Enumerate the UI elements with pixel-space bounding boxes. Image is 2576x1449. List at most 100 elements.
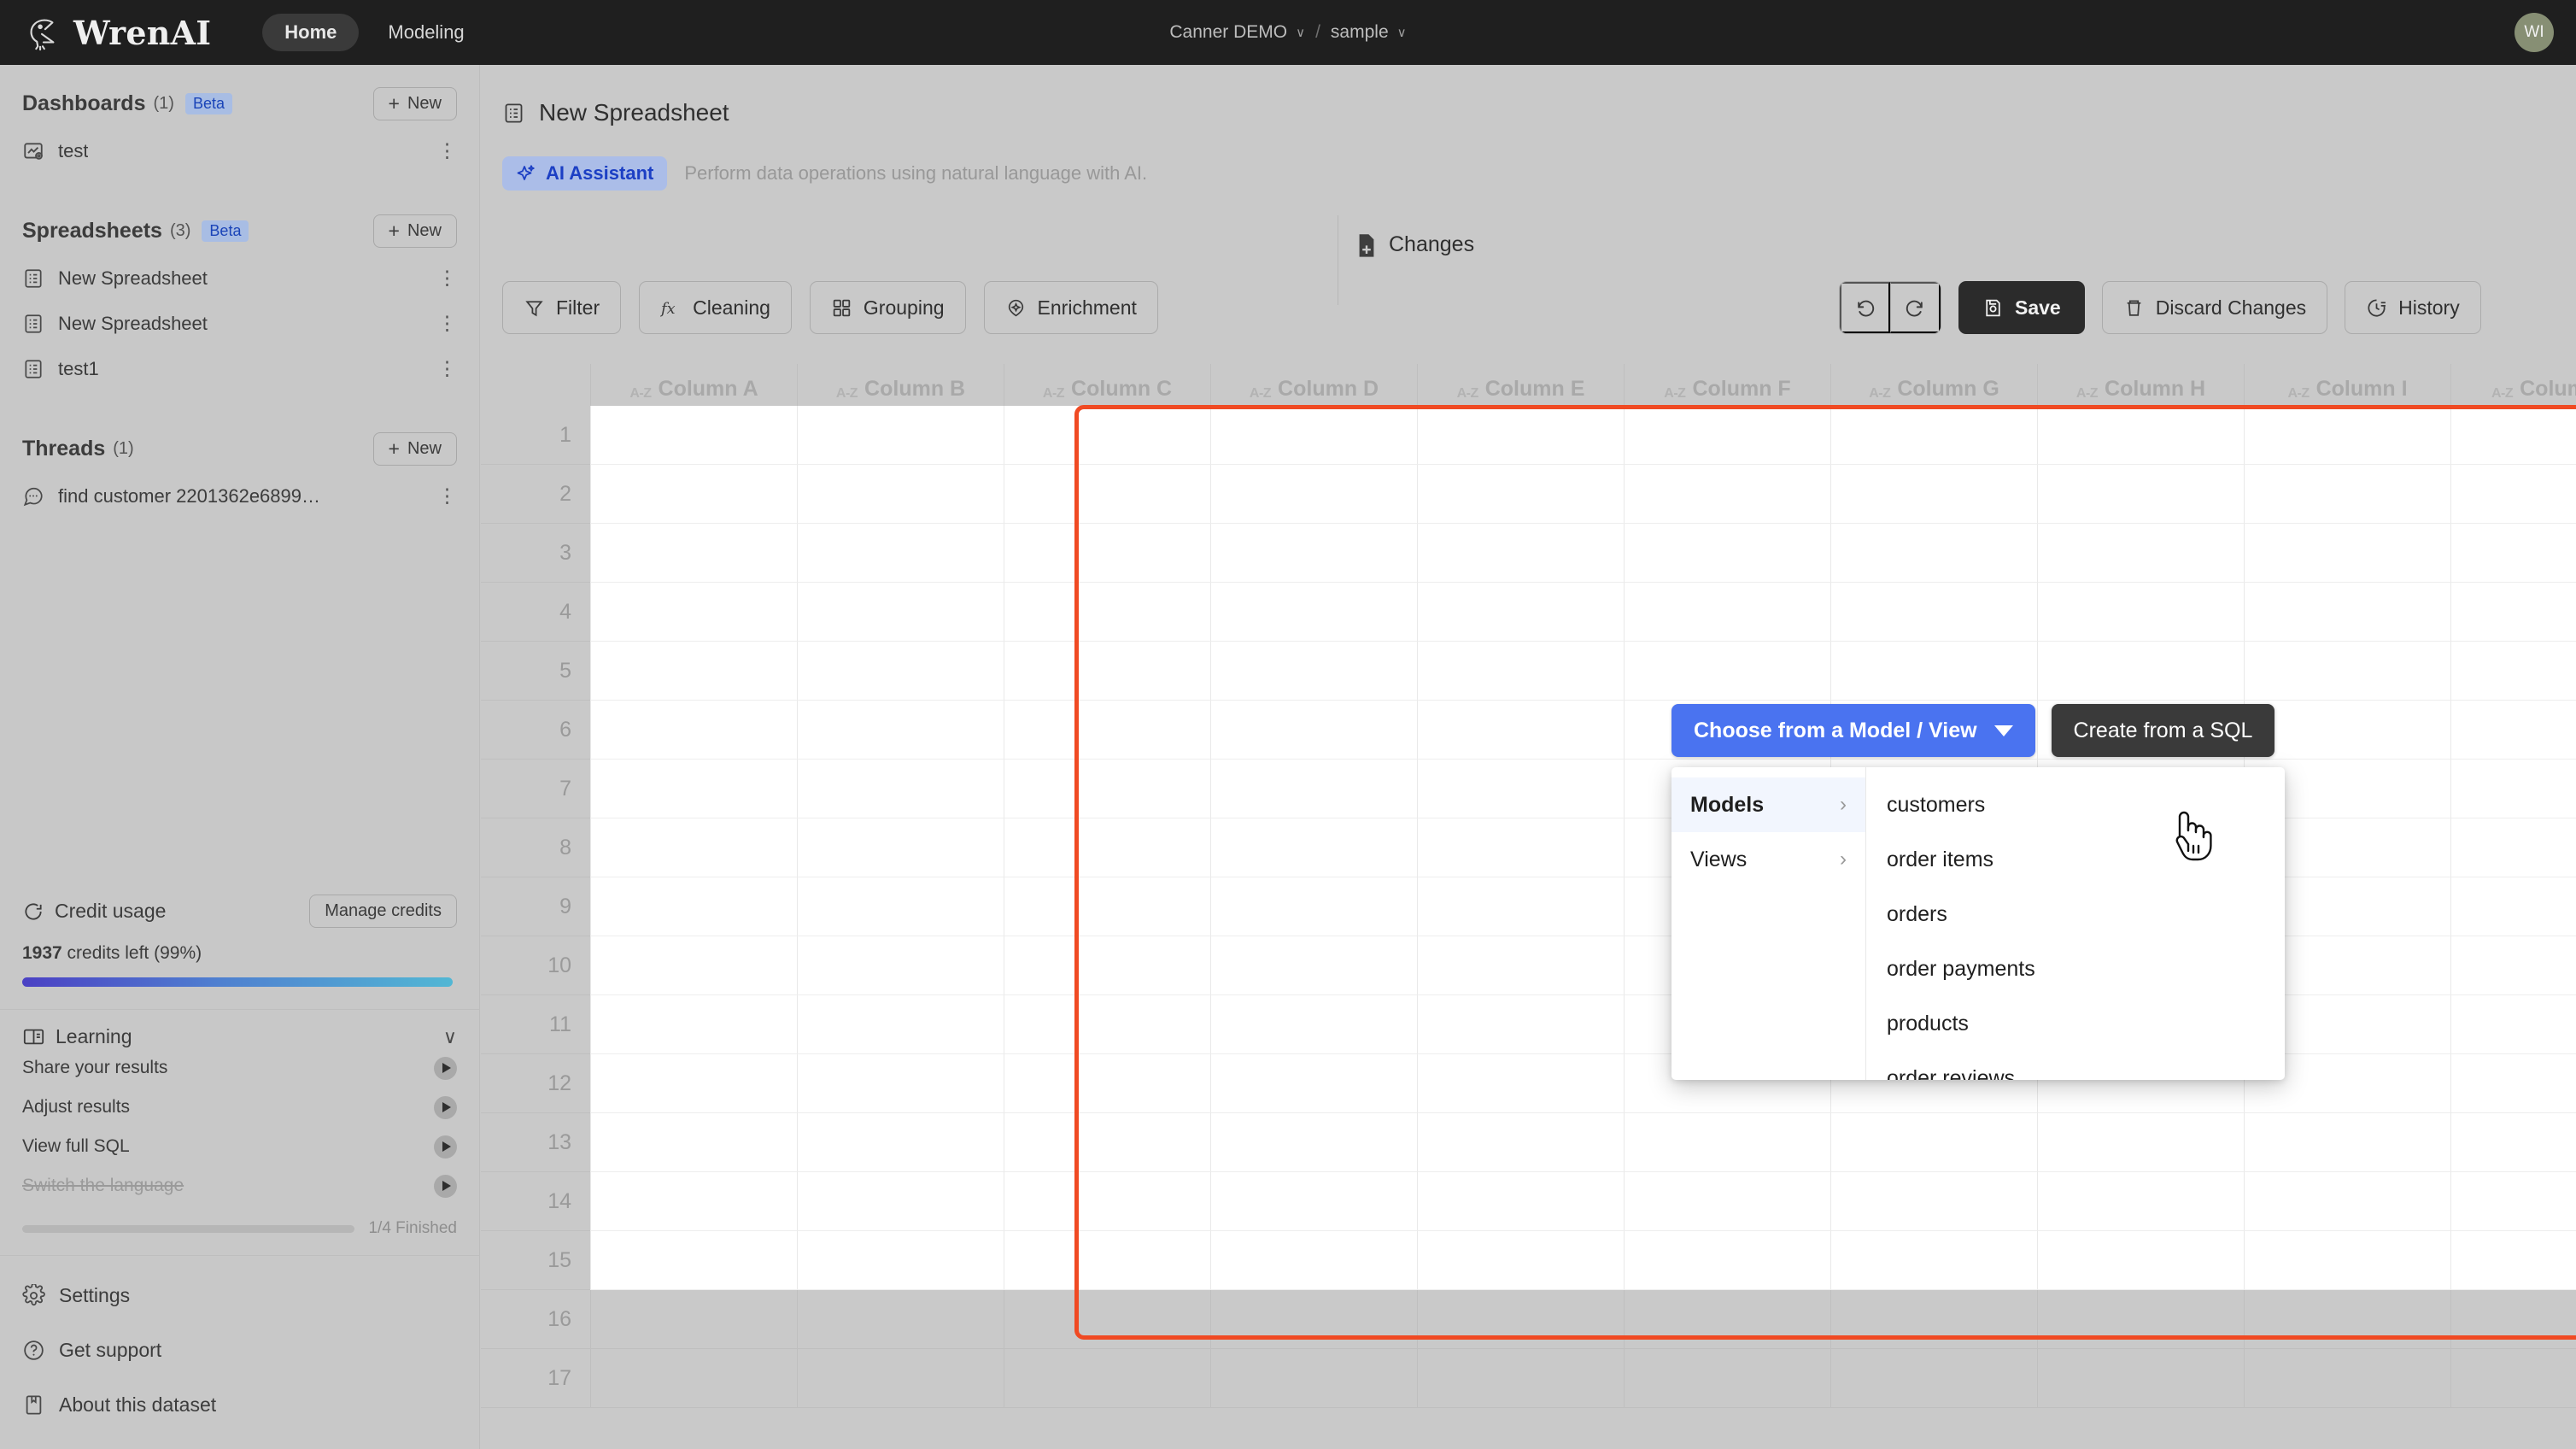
- grid-cell[interactable]: [1210, 1231, 1417, 1290]
- enrichment-button[interactable]: Enrichment: [983, 281, 1158, 334]
- grid-cell[interactable]: [1624, 1349, 1830, 1408]
- dropdown-option[interactable]: order payments: [1866, 942, 2285, 996]
- row-number[interactable]: 16: [481, 1290, 590, 1349]
- grid-cell[interactable]: [1830, 1113, 2037, 1172]
- column-header-b[interactable]: A-Z Column B: [797, 364, 1004, 406]
- grid-cell[interactable]: [2450, 1054, 2576, 1113]
- grid-cell[interactable]: [2037, 642, 2244, 701]
- grid-cell[interactable]: [1210, 877, 1417, 936]
- grid-row[interactable]: 13: [481, 1113, 2576, 1172]
- grid-cell[interactable]: [1830, 642, 2037, 701]
- grid-cell[interactable]: [590, 760, 797, 818]
- grid-cell[interactable]: [1417, 583, 1624, 642]
- dropdown-option[interactable]: order reviews: [1866, 1051, 2285, 1081]
- grid-cell[interactable]: [1004, 583, 1210, 642]
- grid-cell[interactable]: [797, 1172, 1004, 1231]
- row-number[interactable]: 2: [481, 465, 590, 524]
- grid-cell[interactable]: [1210, 818, 1417, 877]
- grid-cell[interactable]: [2450, 1231, 2576, 1290]
- grid-cell[interactable]: [1004, 642, 1210, 701]
- grid-cell[interactable]: [1624, 1113, 1830, 1172]
- grid-cell[interactable]: [1417, 1349, 1624, 1408]
- more-options-icon[interactable]: ⋮: [437, 314, 457, 333]
- grid-cell[interactable]: [1417, 642, 1624, 701]
- grid-cell[interactable]: [797, 1113, 1004, 1172]
- grid-cell[interactable]: [1004, 1113, 1210, 1172]
- grid-cell[interactable]: [1210, 1349, 1417, 1408]
- play-icon[interactable]: [434, 1095, 457, 1119]
- grid-cell[interactable]: [1004, 1349, 1210, 1408]
- grid-cell[interactable]: [1210, 1113, 1417, 1172]
- grid-cell[interactable]: [1830, 1172, 2037, 1231]
- learning-item-adjust-results[interactable]: Adjust results: [22, 1088, 457, 1127]
- grid-cell[interactable]: [2037, 1231, 2244, 1290]
- row-number[interactable]: 10: [481, 936, 590, 995]
- redo-button[interactable]: [1890, 282, 1941, 333]
- grid-cell[interactable]: [2037, 1172, 2244, 1231]
- grid-cell[interactable]: [2244, 1172, 2450, 1231]
- sidebar-item-about-this-dataset[interactable]: About this dataset: [0, 1377, 479, 1432]
- grid-cell[interactable]: [1417, 995, 1624, 1054]
- grid-cell[interactable]: [1624, 406, 1830, 465]
- sidebar-item-settings[interactable]: Settings: [0, 1268, 479, 1323]
- column-header-e[interactable]: A-Z Column E: [1417, 364, 1624, 406]
- grid-cell[interactable]: [797, 936, 1004, 995]
- grid-row[interactable]: 3: [481, 524, 2576, 583]
- grid-cell[interactable]: [590, 1231, 797, 1290]
- grid-cell[interactable]: [1830, 406, 2037, 465]
- grid-cell[interactable]: [1624, 583, 1830, 642]
- grid-cell[interactable]: [1417, 701, 1624, 760]
- row-number[interactable]: 17: [481, 1349, 590, 1408]
- grid-cell[interactable]: [1210, 465, 1417, 524]
- row-number[interactable]: 3: [481, 524, 590, 583]
- create-from-sql-button[interactable]: Create from a SQL: [2051, 704, 2275, 757]
- column-header-h[interactable]: A-Z Column H: [2037, 364, 2244, 406]
- grid-cell[interactable]: [2037, 1113, 2244, 1172]
- row-number[interactable]: 11: [481, 995, 590, 1054]
- grid-cell[interactable]: [1417, 524, 1624, 583]
- grid-cell[interactable]: [797, 995, 1004, 1054]
- sidebar-item-spreadsheet-3[interactable]: test1 ⋮: [0, 346, 479, 391]
- grid-cell[interactable]: [2450, 1349, 2576, 1408]
- grid-cell[interactable]: [1624, 642, 1830, 701]
- grid-cell[interactable]: [1210, 642, 1417, 701]
- grid-cell[interactable]: [1417, 1054, 1624, 1113]
- grid-cell[interactable]: [2037, 524, 2244, 583]
- grid-cell[interactable]: [2244, 465, 2450, 524]
- grid-cell[interactable]: [2450, 936, 2576, 995]
- grid-cell[interactable]: [590, 465, 797, 524]
- grid-cell[interactable]: [2450, 701, 2576, 760]
- grouping-button[interactable]: Grouping: [809, 281, 966, 334]
- grid-cell[interactable]: [1417, 760, 1624, 818]
- manage-credits-button[interactable]: Manage credits: [309, 895, 457, 928]
- dropdown-option[interactable]: products: [1866, 996, 2285, 1051]
- grid-cell[interactable]: [1004, 524, 1210, 583]
- row-number[interactable]: 13: [481, 1113, 590, 1172]
- grid-cell[interactable]: [2450, 583, 2576, 642]
- grid-cell[interactable]: [1004, 465, 1210, 524]
- grid-cell[interactable]: [2244, 642, 2450, 701]
- dropdown-option[interactable]: orders: [1866, 887, 2285, 942]
- more-options-icon[interactable]: ⋮: [437, 141, 457, 161]
- grid-cell[interactable]: [2450, 877, 2576, 936]
- grid-cell[interactable]: [1624, 465, 1830, 524]
- grid-cell[interactable]: [1210, 1290, 1417, 1349]
- row-number[interactable]: 1: [481, 406, 590, 465]
- column-header-c[interactable]: A-Z Column C: [1004, 364, 1210, 406]
- grid-cell[interactable]: [1004, 818, 1210, 877]
- ai-assistant-badge[interactable]: AI Assistant: [502, 156, 668, 191]
- grid-cell[interactable]: [1004, 1172, 1210, 1231]
- grid-cell[interactable]: [1624, 1290, 1830, 1349]
- grid-cell[interactable]: [2450, 1172, 2576, 1231]
- nav-modeling[interactable]: Modeling: [388, 21, 464, 44]
- nav-home[interactable]: Home: [262, 14, 360, 51]
- grid-cell[interactable]: [1417, 465, 1624, 524]
- grid-cell[interactable]: [2450, 642, 2576, 701]
- grid-cell[interactable]: [1417, 1231, 1624, 1290]
- column-header-d[interactable]: A-Z Column D: [1210, 364, 1417, 406]
- grid-cell[interactable]: [797, 583, 1004, 642]
- sidebar-item-thread-1[interactable]: find customer 2201362e6899… ⋮: [0, 473, 479, 519]
- grid-cell[interactable]: [797, 524, 1004, 583]
- column-header-i[interactable]: A-Z Column I: [2244, 364, 2450, 406]
- sidebar-item-dashboard-test[interactable]: test ⋮: [0, 128, 479, 173]
